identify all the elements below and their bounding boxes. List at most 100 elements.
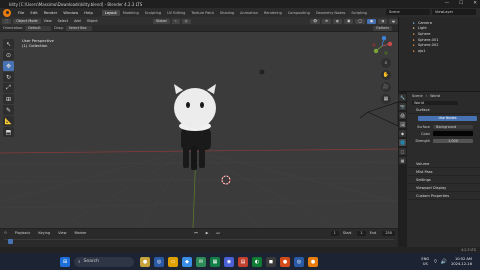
color-swatch[interactable] — [433, 131, 473, 136]
move-tool-icon[interactable]: ✥ — [3, 61, 14, 71]
workspace-tab-animation[interactable]: Animation — [237, 10, 261, 16]
app-icon-11[interactable]: ● — [280, 256, 290, 267]
scale-tool-icon[interactable]: ⤢ — [3, 83, 14, 93]
workspace-tab-rendering[interactable]: Rendering — [261, 10, 285, 16]
3d-viewport[interactable] — [0, 32, 398, 228]
language-indicator[interactable]: ENG US — [421, 257, 429, 266]
world-selector[interactable]: World — [412, 100, 458, 105]
view-layer-selector[interactable]: ViewLayer — [432, 9, 476, 15]
app-icon-5[interactable]: ✉ — [196, 256, 206, 267]
start-frame-field[interactable]: 1 — [357, 230, 366, 236]
surface-panel-header[interactable]: Surface — [408, 106, 480, 114]
play-icon[interactable]: ▶ — [202, 231, 213, 235]
app-icon-6[interactable]: ▦ — [210, 256, 220, 267]
xray-icon[interactable]: ▣ — [344, 18, 354, 24]
close-button[interactable]: ✕ — [473, 1, 477, 6]
output-tab-icon[interactable]: 🖨 — [399, 112, 406, 119]
add-cube-tool-icon[interactable]: ⬒ — [3, 127, 14, 137]
menu-edit[interactable]: Edit — [27, 10, 40, 15]
outliner-item-ojo1[interactable]: ▸ ojo1 — [413, 48, 476, 54]
orientation-selector[interactable]: Default — [25, 25, 52, 31]
camera-object-icon[interactable] — [359, 101, 398, 127]
current-frame-field[interactable]: 1 — [330, 230, 339, 236]
menu-help[interactable]: Help — [81, 10, 96, 15]
app-icon-9[interactable]: ◐ — [252, 256, 262, 267]
playhead[interactable] — [8, 239, 13, 244]
app-icon-7[interactable]: ◉ — [224, 256, 234, 267]
settings-panel-header[interactable]: Settings — [408, 176, 480, 184]
workspace-tab-sculpting[interactable]: Sculpting — [142, 10, 164, 16]
app-icon-1[interactable]: ● — [140, 256, 150, 267]
timeline-menu-keying[interactable]: Keying — [34, 231, 54, 235]
collection-tab-icon[interactable]: ▢ — [399, 148, 406, 155]
navigation-gizmo[interactable] — [372, 36, 392, 56]
maximize-button[interactable]: ☐ — [459, 1, 463, 6]
texture-tab-icon[interactable]: ▦ — [399, 157, 406, 164]
volume-panel-header[interactable]: Volume — [408, 160, 480, 168]
end-frame-field[interactable]: 250 — [382, 230, 395, 236]
snap-icon[interactable]: ⌁ — [171, 18, 180, 24]
volume-icon[interactable]: 🔊 — [441, 259, 447, 265]
workspace-tab-compositing[interactable]: Compositing — [285, 10, 313, 16]
3d-cursor-icon[interactable] — [221, 175, 231, 185]
menu-render[interactable]: Render — [41, 10, 61, 15]
workspace-tab-modeling[interactable]: Modeling — [120, 10, 142, 16]
timeline-menu-marker[interactable]: Marker — [70, 231, 90, 235]
proportional-edit-icon[interactable]: ◎ — [181, 18, 191, 24]
visibility-icon[interactable]: 👁 — [309, 18, 321, 24]
annotate-tool-icon[interactable]: ✎ — [3, 105, 14, 115]
viewport-display-panel-header[interactable]: Viewport Display — [408, 184, 480, 192]
workspace-tab-scripting[interactable]: Scripting — [348, 10, 370, 16]
drag-selector[interactable]: Select Box — [65, 25, 92, 31]
zoom-icon[interactable]: ⌕ — [381, 58, 391, 68]
menu-window[interactable]: Window — [60, 10, 81, 15]
timeline-menu-playback[interactable]: Playback — [11, 231, 35, 235]
workspace-tab-shading[interactable]: Shading — [217, 10, 237, 16]
blender-taskbar-icon[interactable]: ● — [308, 256, 318, 267]
shading-rendered-icon[interactable]: ◒ — [389, 18, 398, 24]
shading-solid-icon[interactable]: ● — [367, 18, 377, 24]
app-icon-2[interactable]: ◎ — [154, 256, 164, 267]
viewport-menu-object[interactable]: Object — [84, 19, 101, 23]
tweak-tool-icon[interactable]: ↖ — [3, 39, 14, 49]
grid-view-icon[interactable]: ▦ — [381, 94, 391, 104]
timeline-scrubber[interactable] — [4, 239, 394, 245]
gizmo-icon[interactable]: ⊕ — [322, 18, 332, 24]
tool-tab-icon[interactable]: 🔧 — [399, 94, 406, 101]
jump-start-icon[interactable]: ⏮ — [191, 231, 202, 235]
workspace-tab-texture-paint[interactable]: Texture Paint — [188, 10, 217, 16]
jump-end-icon[interactable]: ⏭ — [212, 231, 223, 235]
scene-selector[interactable]: Scene — [386, 9, 430, 15]
editor-type-icon[interactable]: ⬚ — [2, 18, 12, 24]
wifi-icon[interactable]: ⌔ — [433, 259, 438, 265]
mist-pass-panel-header[interactable]: Mist Pass — [408, 168, 480, 176]
use-nodes-button[interactable]: Use Nodes — [418, 116, 477, 121]
menu-file[interactable]: File — [15, 10, 27, 15]
transform-tool-icon[interactable]: ⊞ — [3, 94, 14, 104]
viewport-menu-add[interactable]: Add — [71, 19, 84, 23]
camera-view-icon[interactable]: 🎥 — [381, 82, 391, 92]
rotate-tool-icon[interactable]: ↻ — [3, 72, 14, 82]
measure-tool-icon[interactable]: 📐 — [3, 116, 14, 126]
timeline-editor-icon[interactable]: ⏱ — [0, 231, 11, 235]
shading-material-icon[interactable]: ◑ — [378, 18, 388, 24]
minimize-button[interactable]: — — [445, 1, 450, 6]
render-tab-icon[interactable]: 📷 — [399, 103, 406, 110]
workspace-tab-uv-editing[interactable]: UV Editing — [164, 10, 188, 16]
pan-hand-icon[interactable]: ✋ — [381, 70, 391, 80]
blender-logo-icon[interactable] — [3, 8, 11, 17]
mode-selector[interactable]: Object Mode — [13, 18, 41, 24]
app-icon-3[interactable]: ▭ — [168, 256, 178, 267]
workspace-tab-layout[interactable]: Layout — [101, 9, 120, 16]
options-dropdown[interactable]: Options — [372, 25, 392, 31]
world-tab-icon[interactable]: 🌐 — [399, 139, 406, 146]
surface-shader-selector[interactable]: Background — [433, 124, 473, 129]
clock[interactable]: 10:52 AM 2024-12-16 — [451, 257, 472, 266]
cursor-tool-icon[interactable]: ⊙ — [3, 50, 14, 60]
overlay-icon[interactable]: ◐ — [333, 18, 343, 24]
light-object-icon[interactable] — [259, 69, 265, 75]
scene-tab-icon[interactable]: ◆ — [399, 130, 406, 137]
kitty-model[interactable] — [174, 84, 216, 170]
viewport-menu-view[interactable]: View — [41, 19, 55, 23]
app-icon-8[interactable]: ▤ — [238, 256, 248, 267]
